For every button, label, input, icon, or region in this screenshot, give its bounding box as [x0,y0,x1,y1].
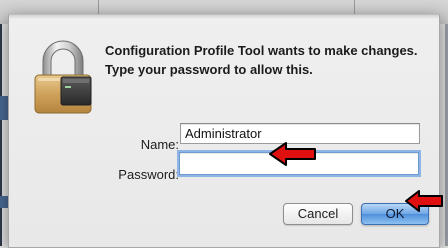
password-label: Password: [118,167,179,182]
dialog-message: Configuration Profile Tool wants to make… [105,43,418,77]
red-arrow-icon [405,190,443,212]
red-arrow-icon [269,142,316,166]
authentication-dialog: Configuration Profile Tool wants to make… [8,14,440,248]
sheet-top-shadow [9,15,439,19]
cancel-button[interactable]: Cancel [283,203,353,225]
lock-icon [34,40,92,114]
name-label: Name: [140,137,179,152]
